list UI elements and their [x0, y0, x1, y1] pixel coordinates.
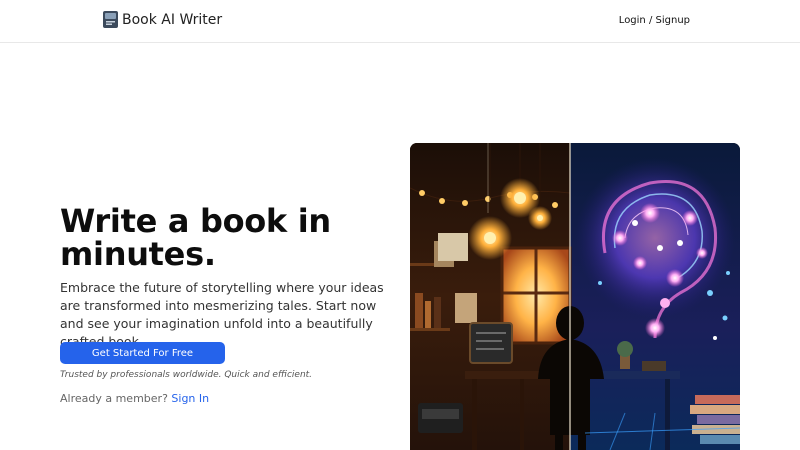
writer-ai-brain-illustration [410, 143, 740, 450]
trust-note: Trusted by professionals worldwide. Quic… [60, 370, 313, 380]
book-logo-icon [103, 11, 118, 28]
site-header: Book AI Writer Login / Signup [0, 0, 800, 43]
brand-name: Book AI Writer [122, 11, 223, 28]
member-prompt-line: Already a member? Sign In [60, 392, 209, 405]
brand-logo-link[interactable]: Book AI Writer [103, 11, 222, 28]
sign-in-link[interactable]: Sign In [171, 392, 209, 405]
get-started-button[interactable]: Get Started For Free [60, 342, 225, 364]
hero-title: Write a book in minutes. [60, 202, 331, 273]
login-signup-link[interactable]: Login / Signup [619, 15, 690, 26]
hero-illustration [410, 143, 740, 450]
hero-description: Embrace the future of storytelling where… [60, 280, 384, 349]
member-prompt-text: Already a member? [60, 392, 168, 405]
